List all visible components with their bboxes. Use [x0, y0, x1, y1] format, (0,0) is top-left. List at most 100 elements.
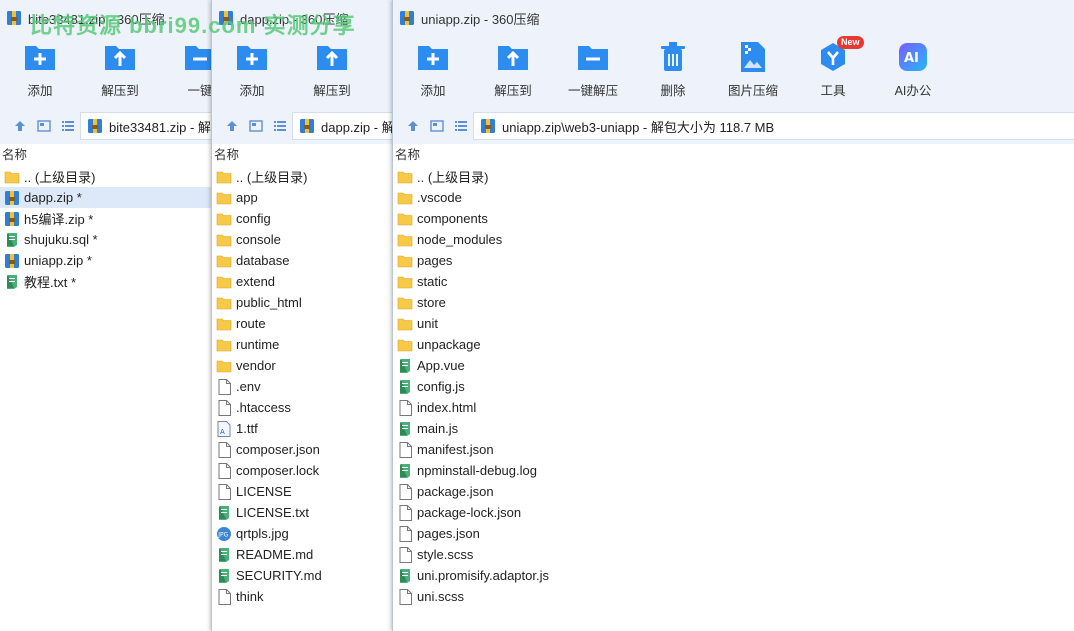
file-row-config-js[interactable]: config.js	[393, 376, 1074, 397]
add-icon	[416, 40, 450, 74]
archive-window-uniapp: uniapp.zip - 360压缩 添加 解压到 一键解压 删除 图片压缩 New 工具 A…	[392, 0, 1074, 631]
file-row-htaccess[interactable]: .htaccess	[212, 397, 394, 418]
one-click-extract-button[interactable]: 一键解压	[553, 40, 633, 99]
file-row-item[interactable]: .. (上级目录)	[393, 166, 1074, 187]
file-row-app-vue[interactable]: App.vue	[393, 355, 1074, 376]
add-button[interactable]: 添加	[0, 40, 80, 99]
folder-icon	[216, 253, 232, 269]
file-name: console	[236, 232, 281, 247]
green-file-icon	[397, 568, 413, 584]
file-row-app[interactable]: app	[212, 187, 394, 208]
path-bar: bite33481.zip - 解	[0, 108, 212, 144]
file-row-uni-scss[interactable]: uni.scss	[393, 586, 1074, 607]
file-row-uniapp-zip[interactable]: uniapp.zip *	[0, 250, 212, 271]
column-header-name[interactable]: 名称	[393, 144, 1074, 166]
file-row-1-ttf[interactable]: A 1.ttf	[212, 418, 394, 439]
ai-office-button[interactable]: AI AI办公	[873, 40, 953, 99]
view-mode-icon[interactable]	[244, 114, 268, 138]
file-row-vscode[interactable]: .vscode	[393, 187, 1074, 208]
file-row-node-modules[interactable]: node_modules	[393, 229, 1074, 250]
file-row-route[interactable]: route	[212, 313, 394, 334]
extract-to-button[interactable]: 解压到	[292, 40, 372, 99]
folder-icon	[216, 169, 232, 185]
file-row-qrtpls-jpg[interactable]: JPG qrtpls.jpg	[212, 523, 394, 544]
file-row-readme-md[interactable]: README.md	[212, 544, 394, 565]
address-bar[interactable]: uniapp.zip\web3-uniapp - 解包大小为 118.7 MB	[473, 112, 1074, 140]
file-row-static[interactable]: static	[393, 271, 1074, 292]
archive-window-dapp: dapp.zip - 360压缩 添加 解压到 dapp.zip - 解 名称 .…	[211, 0, 394, 631]
file-row-shujuku-sql[interactable]: shujuku.sql *	[0, 229, 212, 250]
file-row-security-md[interactable]: SECURITY.md	[212, 565, 394, 586]
extract-to-button[interactable]: 解压到	[80, 40, 160, 99]
file-row-pages-json[interactable]: pages.json	[393, 523, 1074, 544]
blank-file-icon	[397, 399, 413, 416]
file-row-main-js[interactable]: main.js	[393, 418, 1074, 439]
file-row-console[interactable]: console	[212, 229, 394, 250]
folder-icon	[216, 274, 232, 290]
file-row-public-html[interactable]: public_html	[212, 292, 394, 313]
file-row-pages[interactable]: pages	[393, 250, 1074, 271]
address-bar[interactable]: dapp.zip - 解	[292, 112, 394, 140]
file-row-package-json[interactable]: package.json	[393, 481, 1074, 502]
file-row-config[interactable]: config	[212, 208, 394, 229]
column-header-name[interactable]: 名称	[212, 144, 394, 166]
file-row-license[interactable]: LICENSE	[212, 481, 394, 502]
file-row-think[interactable]: think	[212, 586, 394, 607]
up-arrow-icon[interactable]	[8, 114, 32, 138]
one-click-extract-button[interactable]: 一键	[160, 40, 212, 99]
blank-file-icon	[397, 483, 413, 500]
file-row-license-txt[interactable]: LICENSE.txt	[212, 502, 394, 523]
file-name: .. (上级目录)	[417, 170, 489, 185]
toolbar-button-label: 一键解压	[567, 84, 618, 98]
file-name: components	[417, 211, 488, 226]
folder-icon	[216, 190, 232, 206]
column-header-name[interactable]: 名称	[0, 144, 212, 166]
list-view-icon[interactable]	[268, 114, 292, 138]
trash-button[interactable]: 删除	[633, 40, 713, 99]
extract-to-button[interactable]: 解压到	[473, 40, 553, 99]
file-row-package-lock-json[interactable]: package-lock.json	[393, 502, 1074, 523]
window-title: uniapp.zip - 360压缩	[421, 11, 540, 27]
file-row-runtime[interactable]: runtime	[212, 334, 394, 355]
file-row-env[interactable]: .env	[212, 376, 394, 397]
file-row-dapp-zip[interactable]: dapp.zip *	[0, 187, 212, 208]
add-button[interactable]: 添加	[393, 40, 473, 99]
tools-button[interactable]: New 工具	[793, 36, 873, 99]
file-row-store[interactable]: store	[393, 292, 1074, 313]
list-view-icon[interactable]	[56, 114, 80, 138]
file-name: static	[417, 274, 448, 289]
file-row-uni-promisify-adaptor-js[interactable]: uni.promisify.adaptor.js	[393, 565, 1074, 586]
file-row-npminstall-debug-log[interactable]: npminstall-debug.log	[393, 460, 1074, 481]
up-arrow-icon[interactable]	[401, 114, 425, 138]
file-row-components[interactable]: components	[393, 208, 1074, 229]
add-button[interactable]: 添加	[212, 40, 292, 99]
file-row-h5-zip[interactable]: h5编译.zip *	[0, 208, 212, 229]
file-row-extend[interactable]: extend	[212, 271, 394, 292]
file-row-unit[interactable]: unit	[393, 313, 1074, 334]
file-row-composer-json[interactable]: composer.json	[212, 439, 394, 460]
view-mode-icon[interactable]	[425, 114, 449, 138]
file-row-manifest-json[interactable]: manifest.json	[393, 439, 1074, 460]
file-row-txt[interactable]: 教程.txt *	[0, 271, 212, 292]
up-arrow-icon[interactable]	[220, 114, 244, 138]
file-row-item[interactable]: .. (上级目录)	[0, 166, 212, 187]
file-row-index-html[interactable]: index.html	[393, 397, 1074, 418]
file-name: runtime	[236, 337, 280, 352]
file-row-unpackage[interactable]: unpackage	[393, 334, 1074, 355]
file-row-style-scss[interactable]: style.scss	[393, 544, 1074, 565]
archive-window-bite33481: bite33481.zip - 360压缩 添加 解压到 一键 bite33481.…	[0, 0, 212, 631]
file-row-item[interactable]: .. (上级目录)	[212, 166, 394, 187]
file-name: uniapp.zip *	[24, 253, 92, 268]
title-bar[interactable]: uniapp.zip - 360压缩	[393, 0, 1074, 36]
file-name: shujuku.sql *	[24, 232, 98, 247]
file-row-database[interactable]: database	[212, 250, 394, 271]
file-name: public_html	[236, 295, 302, 310]
file-row-composer-lock[interactable]: composer.lock	[212, 460, 394, 481]
file-row-vendor[interactable]: vendor	[212, 355, 394, 376]
folder-icon	[216, 295, 232, 311]
image-compress-button[interactable]: 图片压缩	[713, 40, 793, 99]
view-mode-icon[interactable]	[32, 114, 56, 138]
blank-file-icon	[216, 441, 232, 458]
address-bar[interactable]: bite33481.zip - 解	[80, 112, 212, 140]
list-view-icon[interactable]	[449, 114, 473, 138]
